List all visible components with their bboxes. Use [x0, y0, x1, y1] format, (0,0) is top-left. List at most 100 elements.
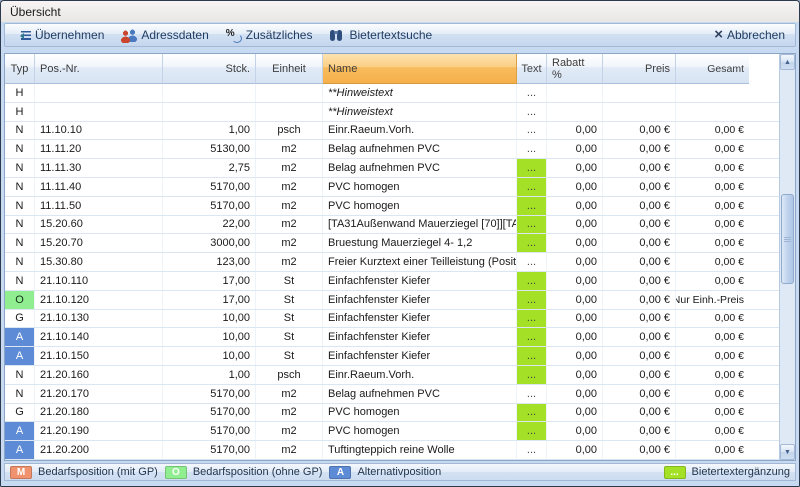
uebernehmen-icon: [17, 29, 31, 42]
column-header-typ[interactable]: Typ: [5, 54, 35, 84]
cell-name: PVC homogen: [323, 178, 517, 196]
bietertext-cell[interactable]: ...: [517, 178, 547, 196]
cell-typ: H: [5, 103, 35, 121]
bietertext-cell[interactable]: ...: [517, 404, 547, 422]
column-header-preis[interactable]: Preis: [603, 54, 676, 84]
bietertext-cell[interactable]: ...: [517, 140, 547, 158]
cell-typ: O: [5, 291, 35, 309]
bietertext-cell[interactable]: ...: [517, 328, 547, 346]
bietertextsuche-button[interactable]: Bietertextsuche: [325, 26, 439, 44]
table-row[interactable]: N15.30.80123,00m2Freier Kurztext einer T…: [5, 253, 779, 272]
scroll-up-button[interactable]: ▲: [780, 54, 795, 70]
window-title: Übersicht: [10, 5, 61, 19]
titlebar[interactable]: Übersicht: [1, 1, 799, 22]
scrollbar-thumb[interactable]: [781, 194, 794, 284]
cell-stck: 123,00: [163, 253, 256, 271]
cell-rabatt: 0,00: [547, 328, 603, 346]
table-row[interactable]: N11.10.101,00pschEinr.Raeum.Vorh....0,00…: [5, 122, 779, 141]
table-row[interactable]: H**Hinweistext...: [5, 84, 779, 103]
uebernehmen-button[interactable]: Übernehmen: [13, 26, 111, 44]
table-row[interactable]: G21.20.1805170,00m2PVC homogen...0,000,0…: [5, 404, 779, 423]
table-row[interactable]: N15.20.703000,00m2Bruestung Mauerziegel …: [5, 234, 779, 253]
bietertext-cell[interactable]: ...: [517, 310, 547, 328]
column-header-stck[interactable]: Stck.: [163, 54, 256, 84]
cell-stck: 17,00: [163, 291, 256, 309]
bietertext-cell[interactable]: ...: [517, 234, 547, 252]
cell-gesamt: 0,00 €: [676, 347, 749, 365]
table-row[interactable]: G21.10.13010,00StEinfachfenster Kiefer..…: [5, 310, 779, 329]
cell-name: Einr.Raeum.Vorh.: [323, 366, 517, 384]
table-row[interactable]: N11.11.405170,00m2PVC homogen...0,000,00…: [5, 178, 779, 197]
cell-pos: 21.20.190: [35, 422, 163, 440]
table-row[interactable]: N11.11.302,75m2Belag aufnehmen PVC...0,0…: [5, 159, 779, 178]
bietertext-cell[interactable]: ...: [517, 253, 547, 271]
table-row[interactable]: N11.11.505170,00m2PVC homogen...0,000,00…: [5, 197, 779, 216]
cell-preis: 0,00 €: [603, 122, 676, 140]
bietertext-cell[interactable]: ...: [517, 366, 547, 384]
cell-stck: 1,00: [163, 122, 256, 140]
table-row[interactable]: N21.10.11017,00StEinfachfenster Kiefer..…: [5, 272, 779, 291]
bietertext-cell[interactable]: ...: [517, 272, 547, 290]
cell-stck: 22,00: [163, 216, 256, 234]
cell-pos: 11.11.30: [35, 159, 163, 177]
cell-gesamt: 0,00 €: [676, 253, 749, 271]
table-row[interactable]: O21.10.12017,00StEinfachfenster Kiefer..…: [5, 291, 779, 310]
cell-rabatt: [547, 103, 603, 121]
cell-einheit: psch: [256, 366, 323, 384]
cell-stck: 5170,00: [163, 197, 256, 215]
cell-stck: 5130,00: [163, 140, 256, 158]
bietertext-cell[interactable]: ...: [517, 347, 547, 365]
cell-rabatt: 0,00: [547, 216, 603, 234]
bietertext-cell[interactable]: ...: [517, 84, 547, 102]
abbrechen-button[interactable]: × Abbrechen: [712, 26, 787, 44]
column-header-gesamt[interactable]: Gesamt: [676, 54, 749, 84]
bietertext-cell[interactable]: ...: [517, 216, 547, 234]
table-row[interactable]: H**Hinweistext...: [5, 103, 779, 122]
bietertextsuche-icon: [329, 29, 345, 42]
bietertext-cell[interactable]: ...: [517, 422, 547, 440]
adressdaten-button[interactable]: Adressdaten: [117, 26, 215, 44]
table-header-row: TypPos.-Nr.Stck.EinheitNameTextRabatt %P…: [5, 54, 779, 84]
cell-rabatt: 0,00: [547, 310, 603, 328]
table-row[interactable]: N11.11.205130,00m2Belag aufnehmen PVC...…: [5, 140, 779, 159]
cell-name: Einfachfenster Kiefer: [323, 347, 517, 365]
table-row[interactable]: A21.10.14010,00StEinfachfenster Kiefer..…: [5, 328, 779, 347]
table-row[interactable]: N21.20.1601,00pschEinr.Raeum.Vorh....0,0…: [5, 366, 779, 385]
cell-pos: 11.11.20: [35, 140, 163, 158]
column-header-pos[interactable]: Pos.-Nr.: [35, 54, 163, 84]
cell-einheit: [256, 103, 323, 121]
bietertext-cell[interactable]: ...: [517, 122, 547, 140]
column-header-name[interactable]: Name: [323, 54, 517, 84]
bietertext-cell[interactable]: ...: [517, 197, 547, 215]
column-header-text[interactable]: Text: [517, 54, 547, 84]
cell-pos: 21.10.140: [35, 328, 163, 346]
table-row[interactable]: N15.20.6022,00m2[TA31Außenwand Mauerzieg…: [5, 216, 779, 235]
bietertext-cell[interactable]: ...: [517, 385, 547, 403]
cell-stck: 5170,00: [163, 404, 256, 422]
table-row[interactable]: A21.10.15010,00StEinfachfenster Kiefer..…: [5, 347, 779, 366]
cell-preis: 0,00 €: [603, 385, 676, 403]
table-row[interactable]: A21.20.2005170,00m2Tuftingteppich reine …: [5, 441, 779, 460]
cell-einheit: m2: [256, 216, 323, 234]
column-header-einheit[interactable]: Einheit: [256, 54, 323, 84]
bietertext-cell[interactable]: ...: [517, 441, 547, 459]
bietertext-cell[interactable]: ...: [517, 103, 547, 121]
table-row[interactable]: N21.20.1705170,00m2Belag aufnehmen PVC..…: [5, 385, 779, 404]
legend-item: AAlternativposition: [329, 466, 441, 479]
cell-preis: 0,00 €: [603, 197, 676, 215]
cell-einheit: m2: [256, 159, 323, 177]
vertical-scrollbar[interactable]: ▲ ▼: [779, 54, 795, 460]
cell-name: Einfachfenster Kiefer: [323, 310, 517, 328]
scroll-down-button[interactable]: ▼: [780, 444, 795, 460]
bietertext-cell[interactable]: ...: [517, 159, 547, 177]
column-header-rabatt[interactable]: Rabatt %: [547, 54, 603, 84]
zusaetzliches-label: Zusätzliches: [246, 28, 313, 42]
table-row[interactable]: A21.20.1905170,00m2PVC homogen...0,000,0…: [5, 422, 779, 441]
cell-rabatt: 0,00: [547, 385, 603, 403]
cell-preis: 0,00 €: [603, 291, 676, 309]
bietertext-cell[interactable]: ...: [517, 291, 547, 309]
zusaetzliches-button[interactable]: Zusätzliches: [222, 26, 320, 44]
cell-name: Einfachfenster Kiefer: [323, 291, 517, 309]
scrollbar-track[interactable]: [780, 70, 795, 444]
cell-einheit: m2: [256, 234, 323, 252]
